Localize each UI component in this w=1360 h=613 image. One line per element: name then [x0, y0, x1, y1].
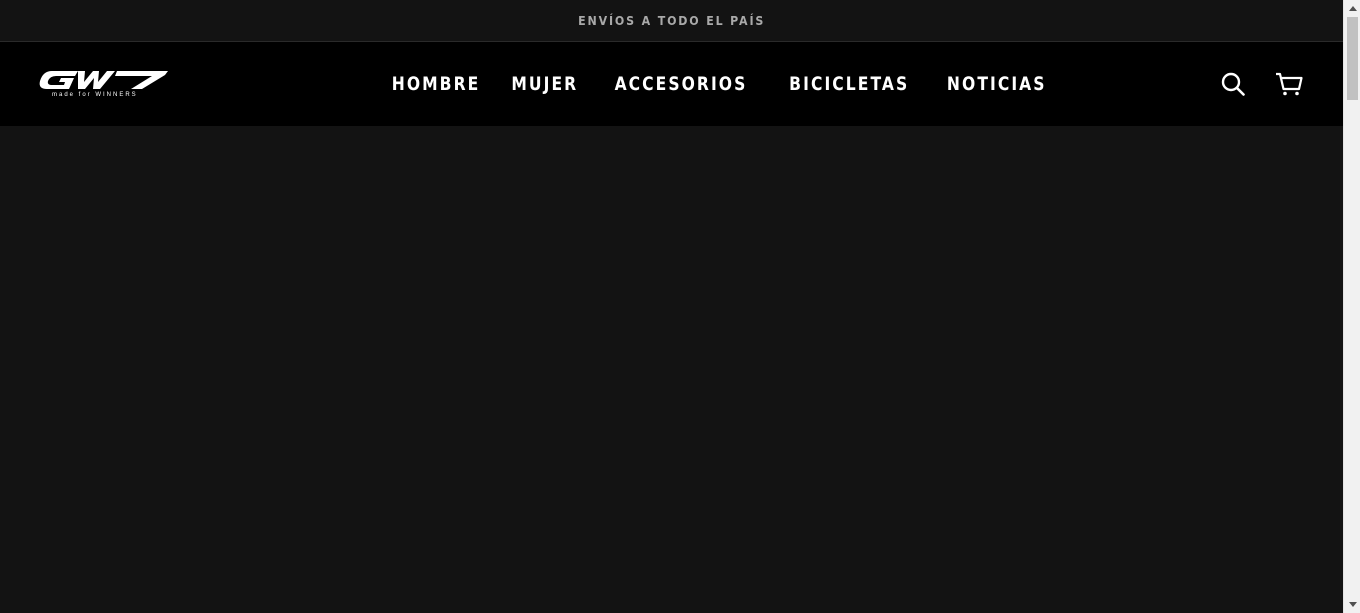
nav-link-accesorios[interactable]: ACCESORIOS [614, 73, 747, 95]
scroll-up-icon [1348, 6, 1357, 11]
logo-mark: made for WINNERS [39, 71, 168, 98]
nav-link-hombre[interactable]: HOMBRE [392, 73, 481, 95]
nav-item-mujer[interactable]: MUJER [502, 73, 588, 95]
nav-link-mujer[interactable]: MUJER [511, 73, 578, 95]
logo[interactable]: made for WINNERS [38, 69, 170, 99]
page: ENVÍOS A TODO EL PAÍS made for WINNERS H… [0, 0, 1343, 613]
vertical-scrollbar[interactable] [1343, 0, 1360, 613]
nav-item-hombre[interactable]: HOMBRE [380, 73, 492, 95]
scroll-down-arrow[interactable] [1344, 596, 1360, 613]
announcement-text: ENVÍOS A TODO EL PAÍS [577, 13, 766, 28]
nav-item-noticias[interactable]: NOTICIAS [934, 73, 1060, 95]
main-content [0, 126, 1343, 613]
logo-tagline: made for WINNERS [52, 92, 138, 98]
header-icons [1219, 42, 1303, 126]
main-nav: HOMBRE MUJER ACCESORIOS BICICLETAS NOTIC… [380, 42, 1060, 126]
nav-item-accesorios[interactable]: ACCESORIOS [598, 73, 764, 95]
nav-item-bicicletas[interactable]: BICICLETAS [774, 73, 924, 95]
announcement-bar: ENVÍOS A TODO EL PAÍS [0, 0, 1343, 42]
nav-link-bicicletas[interactable]: BICICLETAS [789, 73, 909, 95]
cart-icon [1276, 72, 1303, 96]
scroll-down-icon [1348, 602, 1357, 607]
search-button[interactable] [1219, 70, 1247, 98]
nav-link-noticias[interactable]: NOTICIAS [947, 73, 1047, 95]
site-header: made for WINNERS HOMBRE MUJER ACCESORIOS… [0, 42, 1343, 126]
scroll-thumb[interactable] [1347, 17, 1358, 100]
cart-button[interactable] [1275, 70, 1303, 98]
scroll-up-arrow[interactable] [1344, 0, 1360, 17]
search-icon [1221, 72, 1245, 96]
